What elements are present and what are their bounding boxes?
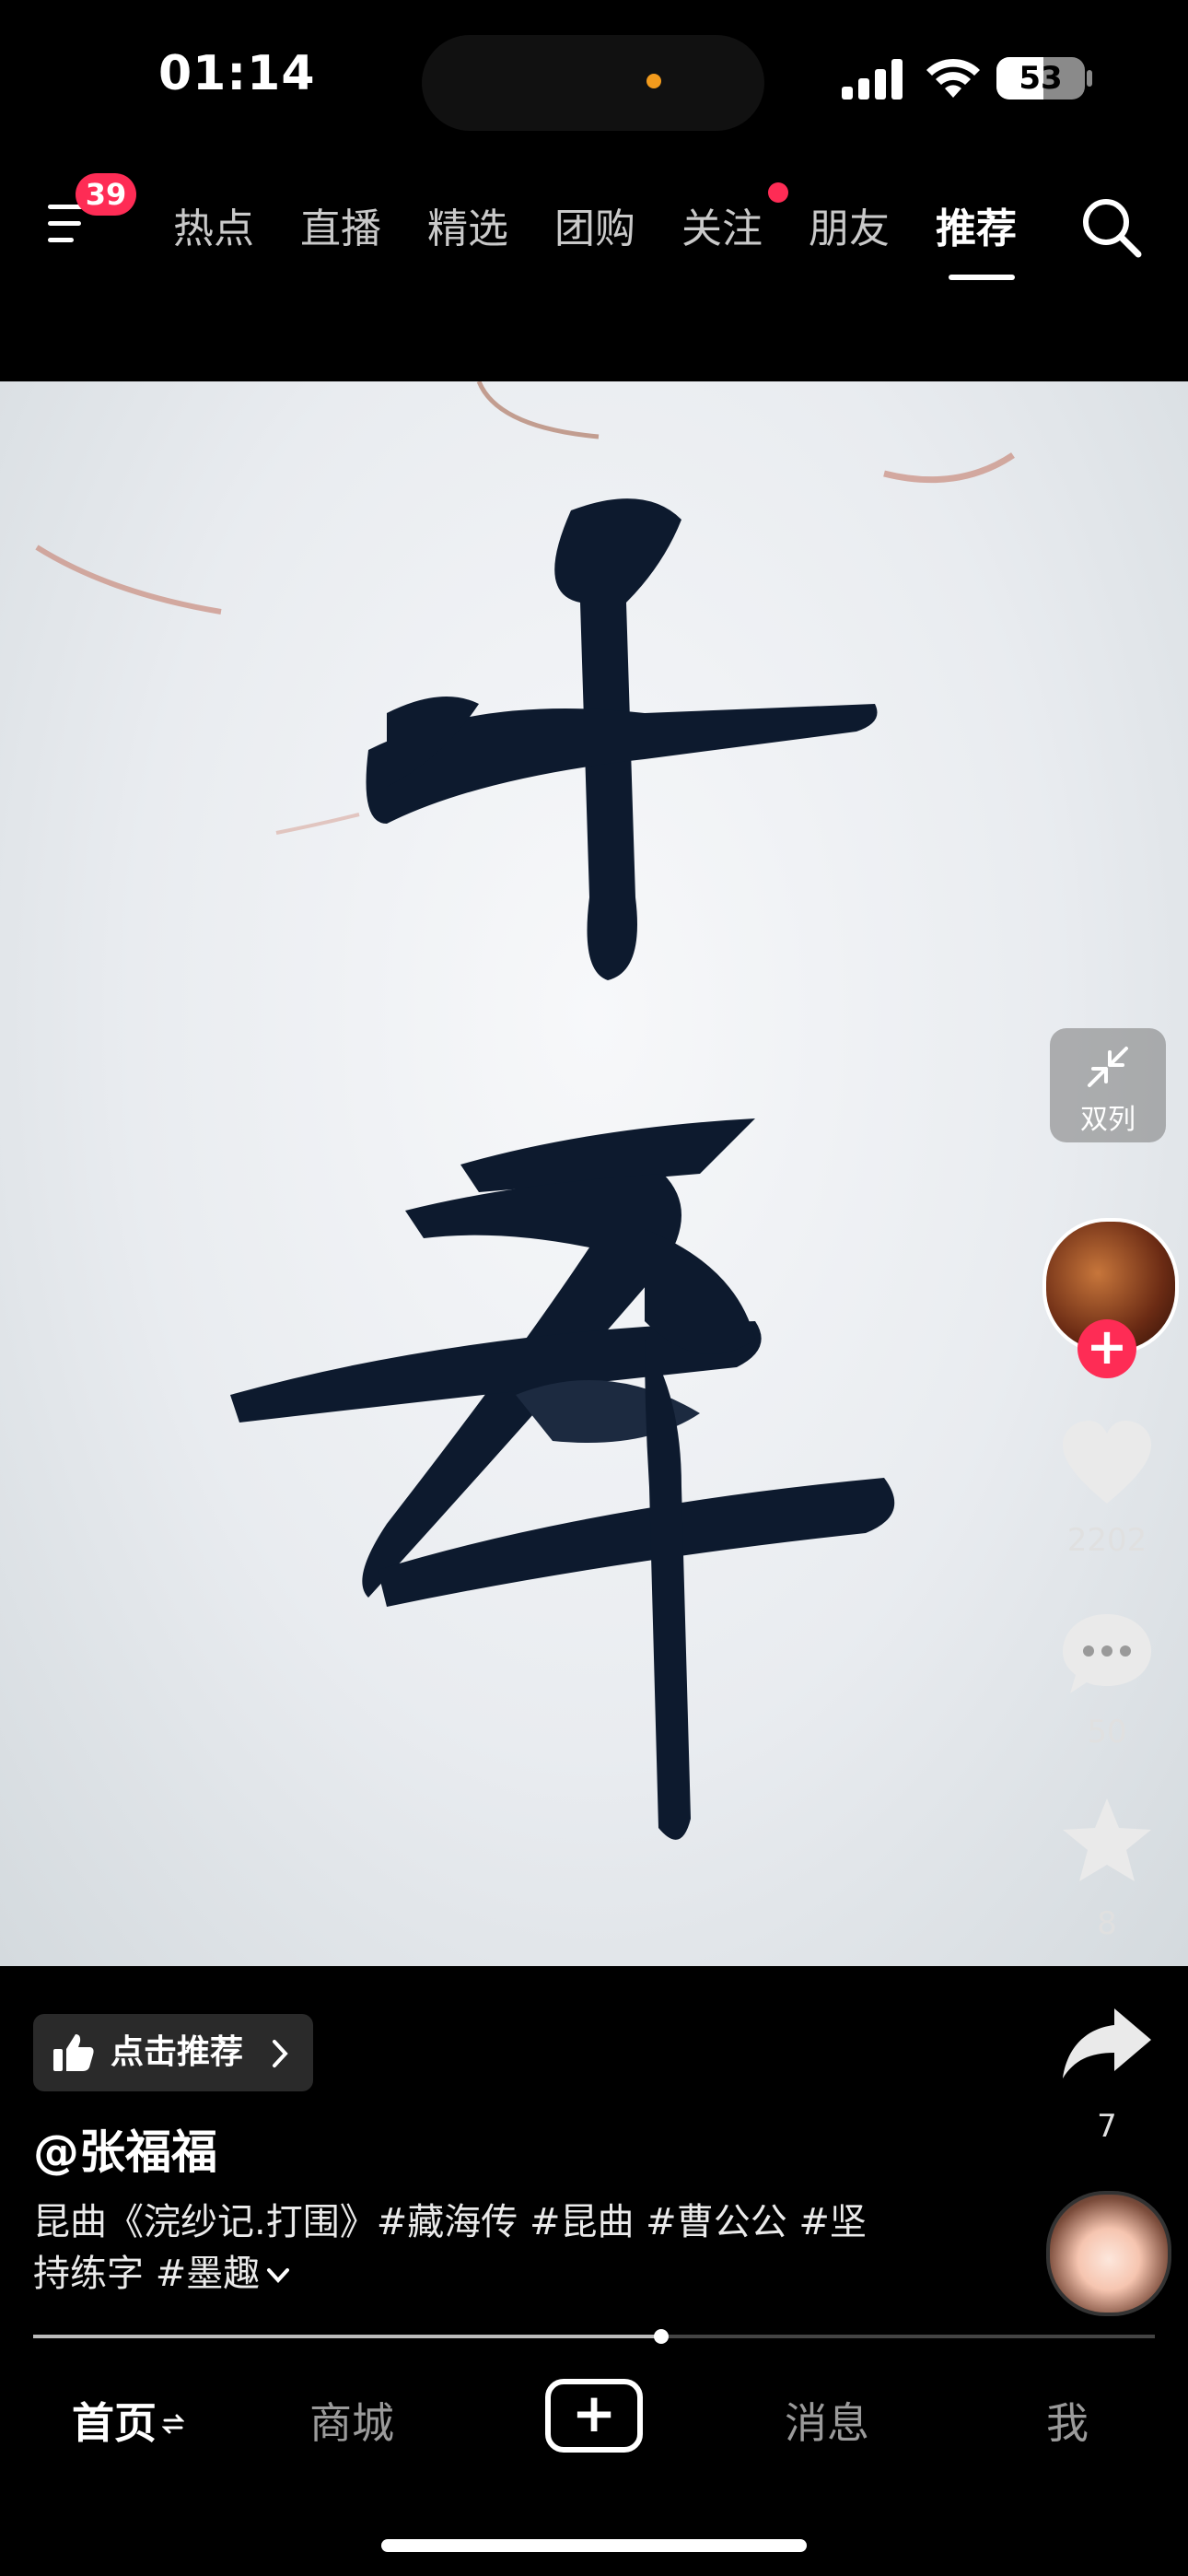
collapse-icon [1088, 1047, 1128, 1087]
status-time: 01:14 [158, 46, 316, 101]
wifi-icon [926, 58, 980, 98]
comment-count: 50 [1087, 1714, 1127, 1751]
music-disc[interactable] [1046, 2191, 1171, 2316]
share-icon[interactable] [1059, 1999, 1155, 2088]
nav-mall[interactable]: 商城 [309, 2390, 394, 2451]
nav-messages[interactable]: 消息 [785, 2390, 869, 2451]
chevron-right-icon [273, 2040, 288, 2067]
dual-column-button[interactable]: 双列 [1050, 1028, 1166, 1142]
search-icon[interactable] [1079, 195, 1144, 260]
following-unread-dot [768, 182, 788, 203]
swap-icon [161, 2414, 185, 2434]
privacy-indicator-dot [646, 74, 661, 88]
like-count: 2202 [1066, 1522, 1147, 1559]
tab-live[interactable]: 直播 [300, 195, 381, 254]
home-indicator [381, 2539, 807, 2552]
plus-icon: + [571, 2382, 617, 2444]
battery-cap [1087, 70, 1092, 87]
tab-hot[interactable]: 热点 [173, 195, 254, 254]
notification-badge: 39 [76, 173, 136, 216]
active-tab-indicator [949, 275, 1015, 280]
video-player[interactable] [0, 381, 1188, 1966]
author-name[interactable]: @张福福 [33, 2115, 217, 2182]
tab-recommended[interactable]: 推荐 [936, 195, 1017, 254]
video-progress-bar[interactable] [33, 2329, 1155, 2344]
battery-icon: 53 [996, 57, 1085, 100]
cellular-signal-icon [842, 59, 903, 100]
progress-fill [33, 2335, 662, 2338]
follow-button[interactable]: + [1077, 1319, 1136, 1378]
description-line-1: 昆曲《浣纱记.打围》#藏海传 #昆曲 #曹公公 #坚 [33, 2201, 867, 2243]
heart-icon[interactable] [1059, 1419, 1155, 1507]
video-description[interactable]: 昆曲《浣纱记.打围》#藏海传 #昆曲 #曹公公 #坚 持练字 #墨趣 [33, 2196, 954, 2300]
nav-me[interactable]: 我 [1046, 2390, 1089, 2451]
dual-column-label: 双列 [1080, 1104, 1136, 1136]
progress-knob[interactable] [654, 2329, 670, 2344]
calligraphy-artwork [35, 381, 1015, 1840]
tab-friends[interactable]: 朋友 [809, 195, 890, 254]
chevron-down-icon[interactable] [265, 2266, 291, 2286]
tab-group-buy[interactable]: 团购 [554, 195, 635, 254]
thumbs-up-icon [53, 2034, 94, 2071]
description-line-2: 持练字 #墨趣 [33, 2248, 954, 2300]
add-button[interactable]: + [545, 2379, 643, 2453]
star-icon[interactable] [1059, 1797, 1155, 1885]
dynamic-island [422, 35, 764, 131]
share-count: 7 [1097, 2108, 1117, 2145]
battery-percentage: 53 [1019, 60, 1063, 97]
nav-home[interactable]: 首页 [72, 2390, 185, 2451]
comment-icon[interactable] [1059, 1609, 1155, 1697]
tab-following[interactable]: 关注 [681, 195, 763, 254]
recommend-label: 点击推荐 [111, 2033, 244, 2071]
tab-featured[interactable]: 精选 [427, 195, 508, 254]
favorite-count: 8 [1097, 1905, 1117, 1942]
recommend-button[interactable]: 点击推荐 [33, 2014, 313, 2091]
